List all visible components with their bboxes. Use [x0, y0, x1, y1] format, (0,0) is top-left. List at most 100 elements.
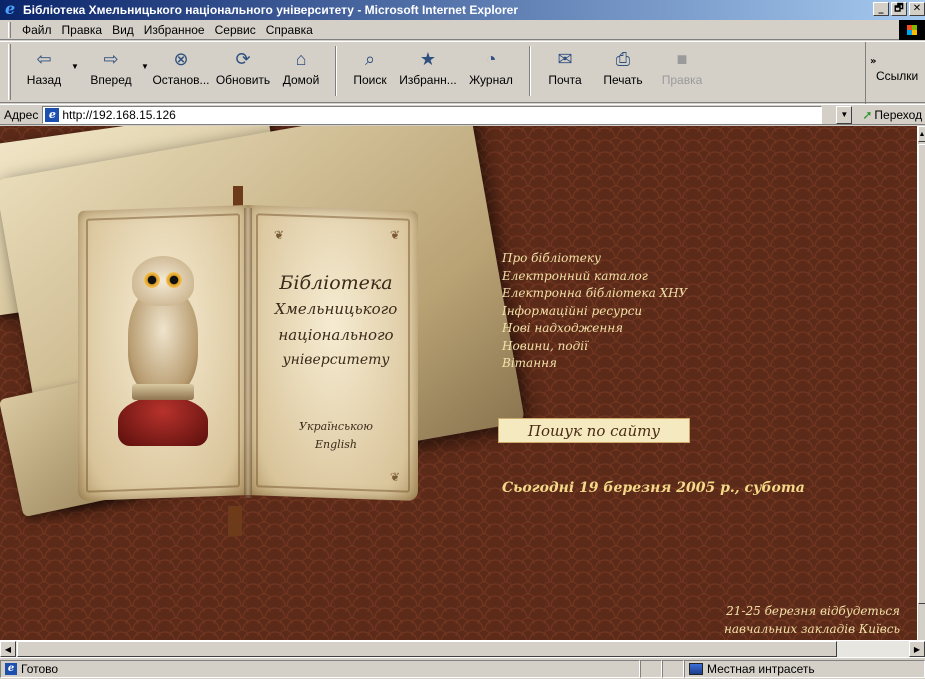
refresh-icon: ⟳ [235, 48, 251, 69]
home-label: Домой [282, 73, 320, 87]
ie-logo-icon [3, 0, 19, 18]
book-title-line: університету [282, 352, 390, 368]
status-pane-empty [662, 659, 684, 678]
address-input[interactable]: e http://192.168.15.126 [42, 105, 823, 124]
scroll-right-button[interactable]: ▶ [909, 641, 925, 657]
book-title-line: національного [278, 326, 394, 344]
edit-button[interactable]: ■ Правка [655, 42, 709, 100]
back-dropdown[interactable]: ▼ [71, 62, 81, 71]
nav-link-resources[interactable]: Інформаційні ресурси [502, 303, 687, 321]
links-label[interactable]: Ссылки [876, 69, 918, 83]
horizontal-scrollbar[interactable]: ◀ ▶ [0, 640, 925, 657]
nav-link-news[interactable]: Новини, події [502, 338, 687, 356]
book-spine [244, 208, 252, 498]
status-text-pane: e Готово [0, 659, 640, 678]
history-button[interactable]: ◔ Журнал [461, 42, 521, 100]
favorites-icon: ★ [419, 48, 437, 69]
scroll-up-button[interactable]: ▲ [918, 126, 925, 142]
nav-link-greetings[interactable]: Вітання [502, 355, 687, 373]
restore-button[interactable]: 🗗 [891, 2, 907, 16]
book-title-line: Хмельницького [274, 300, 398, 318]
back-button[interactable]: ⇦ Назад [17, 42, 71, 100]
toolbar-grip [8, 44, 11, 100]
forward-button[interactable]: ⇨ Вперед [81, 42, 141, 100]
marquee-line: 21-25 березня відбудеться [726, 604, 900, 618]
page-icon: e [45, 107, 60, 122]
menu-bar: Файл Правка Вид Избранное Сервис Справка [0, 20, 925, 40]
marquee-line: навчальних закладів Київсь [723, 622, 900, 636]
windows-logo-icon [899, 20, 925, 40]
home-button[interactable]: ⌂ Домой [275, 42, 327, 100]
horizontal-scroll-thumb[interactable] [17, 641, 837, 657]
page-done-icon: e [5, 662, 17, 675]
title-bar: Бібліотека Хмельницького національного у… [0, 0, 925, 20]
search-button[interactable]: ⌕ Поиск [345, 42, 395, 100]
language-switch: Українською English [256, 418, 416, 454]
search-label: Поиск [353, 73, 387, 87]
intranet-icon [689, 662, 703, 675]
menu-tools[interactable]: Сервис [210, 23, 261, 37]
menu-grip [8, 21, 11, 38]
scroll-left-button[interactable]: ◀ [0, 641, 16, 657]
lang-ukrainian-link[interactable]: Українською [256, 418, 416, 436]
mail-label: Почта [548, 73, 582, 87]
home-icon: ⌂ [295, 48, 307, 69]
menu-file[interactable]: Файл [17, 23, 57, 37]
ornament-icon: ❦ [390, 470, 401, 484]
toolbar-separator [335, 46, 337, 96]
open-book-illustration: ❦ ❦ ❦ Бібліотека Хмельницького національ… [78, 205, 418, 501]
lang-english-link[interactable]: English [256, 436, 416, 454]
links-toolbar[interactable]: » Ссылки [865, 42, 925, 104]
menu-help[interactable]: Справка [261, 23, 318, 37]
ornament-icon: ❦ [274, 228, 285, 242]
vertical-scrollbar[interactable]: ▲ [917, 126, 925, 640]
go-button[interactable]: ➚ Переход [862, 108, 922, 122]
stop-label: Останов... [152, 73, 210, 87]
standard-toolbar: ⇦ Назад ▼ ⇨ Вперед ▼ ⊗ Останов... ⟳ Обно… [0, 41, 925, 104]
search-icon: ⌕ [364, 48, 376, 69]
current-date: Сьогодні 19 березня 2005 р., субота [502, 480, 805, 496]
forward-label: Вперед [90, 73, 132, 87]
site-search-button[interactable]: Пошук по сайту [498, 418, 690, 443]
favorites-label: Избранн... [399, 73, 457, 87]
stop-button[interactable]: ⊗ Останов... [151, 42, 211, 100]
favorites-button[interactable]: ★ Избранн... [395, 42, 461, 100]
bookmark-ribbon [228, 506, 242, 536]
vertical-scroll-thumb[interactable] [918, 144, 925, 604]
stop-icon: ⊗ [173, 48, 189, 69]
go-arrow-icon: ➚ [862, 107, 873, 122]
back-arrow-icon: ⇦ [36, 48, 52, 69]
book-title: Бібліотека Хмельницького національного у… [256, 270, 416, 372]
menu-view[interactable]: Вид [107, 23, 139, 37]
close-button[interactable]: ✕ [909, 2, 925, 16]
status-bar: e Готово Местная интрасеть [0, 657, 925, 679]
ornament-icon: ❦ [390, 228, 401, 242]
address-dropdown[interactable]: ▼ [836, 105, 853, 124]
forward-arrow-icon: ⇨ [103, 48, 119, 69]
owl-illustration [118, 256, 208, 446]
site-navigation: Про бібліотеку Електронний каталог Елект… [502, 250, 687, 373]
nav-link-about[interactable]: Про бібліотеку [502, 250, 687, 268]
security-zone-pane: Местная интрасеть [684, 659, 925, 678]
book-title-line: Бібліотека [279, 272, 393, 294]
minimize-button[interactable]: _ [873, 2, 889, 16]
forward-dropdown[interactable]: ▼ [141, 62, 151, 71]
nav-link-catalog[interactable]: Електронний каталог [502, 268, 687, 286]
print-button[interactable]: ⎙ Печать [591, 42, 655, 100]
page-viewport: ❦ ❦ ❦ Бібліотека Хмельницького національ… [0, 126, 917, 640]
menu-favorites[interactable]: Избранное [139, 23, 210, 37]
refresh-label: Обновить [215, 73, 271, 87]
edit-label: Правка [661, 73, 703, 87]
history-icon: ◔ [485, 48, 497, 69]
refresh-button[interactable]: ⟳ Обновить [211, 42, 275, 100]
mail-button[interactable]: ✉ Почта [539, 42, 591, 100]
zone-label: Местная интрасеть [707, 661, 815, 676]
nav-link-e-library[interactable]: Електронна бібліотека ХНУ [502, 285, 687, 303]
status-text: Готово [21, 661, 59, 676]
nav-link-new-arrivals[interactable]: Нові надходження [502, 320, 687, 338]
menu-edit[interactable]: Правка [57, 23, 108, 37]
history-label: Журнал [469, 73, 513, 87]
printer-icon: ⎙ [615, 48, 631, 69]
chevron-more-icon[interactable]: » [870, 56, 876, 67]
toolbar-separator [529, 46, 531, 96]
